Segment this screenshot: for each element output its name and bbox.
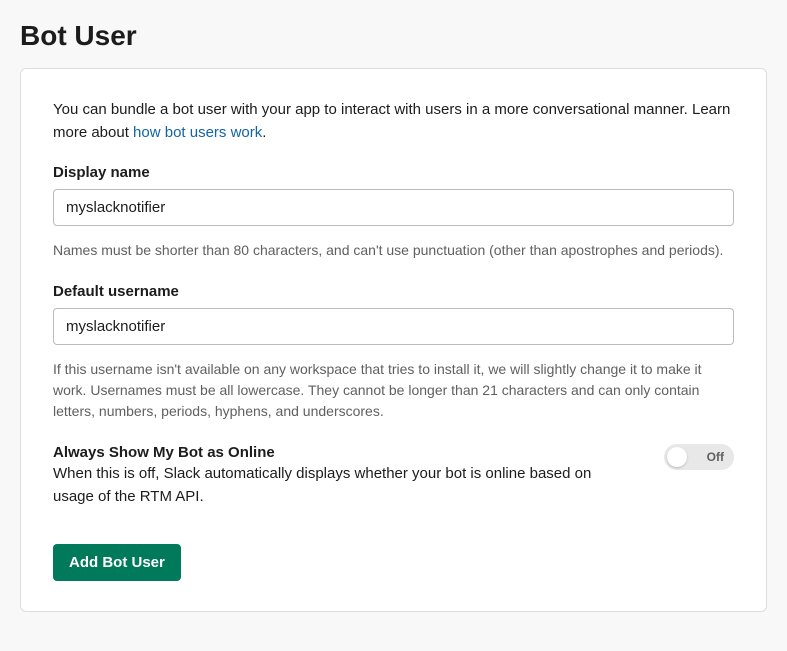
always-online-toggle[interactable]: Off	[664, 444, 734, 470]
always-online-text: Always Show My Bot as Online When this i…	[53, 444, 593, 508]
bot-user-card: You can bundle a bot user with your app …	[20, 68, 767, 612]
add-bot-user-button[interactable]: Add Bot User	[53, 544, 181, 581]
default-username-hint: If this username isn't available on any …	[53, 359, 734, 422]
intro-paragraph: You can bundle a bot user with your app …	[53, 99, 734, 144]
intro-text-suffix: .	[262, 124, 266, 141]
display-name-input[interactable]	[53, 189, 734, 226]
default-username-label: Default username	[53, 283, 734, 300]
always-online-description: When this is off, Slack automatically di…	[53, 465, 591, 505]
default-username-input[interactable]	[53, 308, 734, 345]
toggle-knob	[667, 447, 687, 467]
always-online-row: Always Show My Bot as Online When this i…	[53, 444, 734, 508]
display-name-hint: Names must be shorter than 80 characters…	[53, 240, 734, 261]
display-name-label: Display name	[53, 164, 734, 181]
toggle-state-label: Off	[707, 450, 724, 464]
page-title: Bot User	[20, 20, 767, 52]
how-bot-users-work-link[interactable]: how bot users work	[133, 124, 262, 141]
always-online-label: Always Show My Bot as Online	[53, 444, 593, 461]
